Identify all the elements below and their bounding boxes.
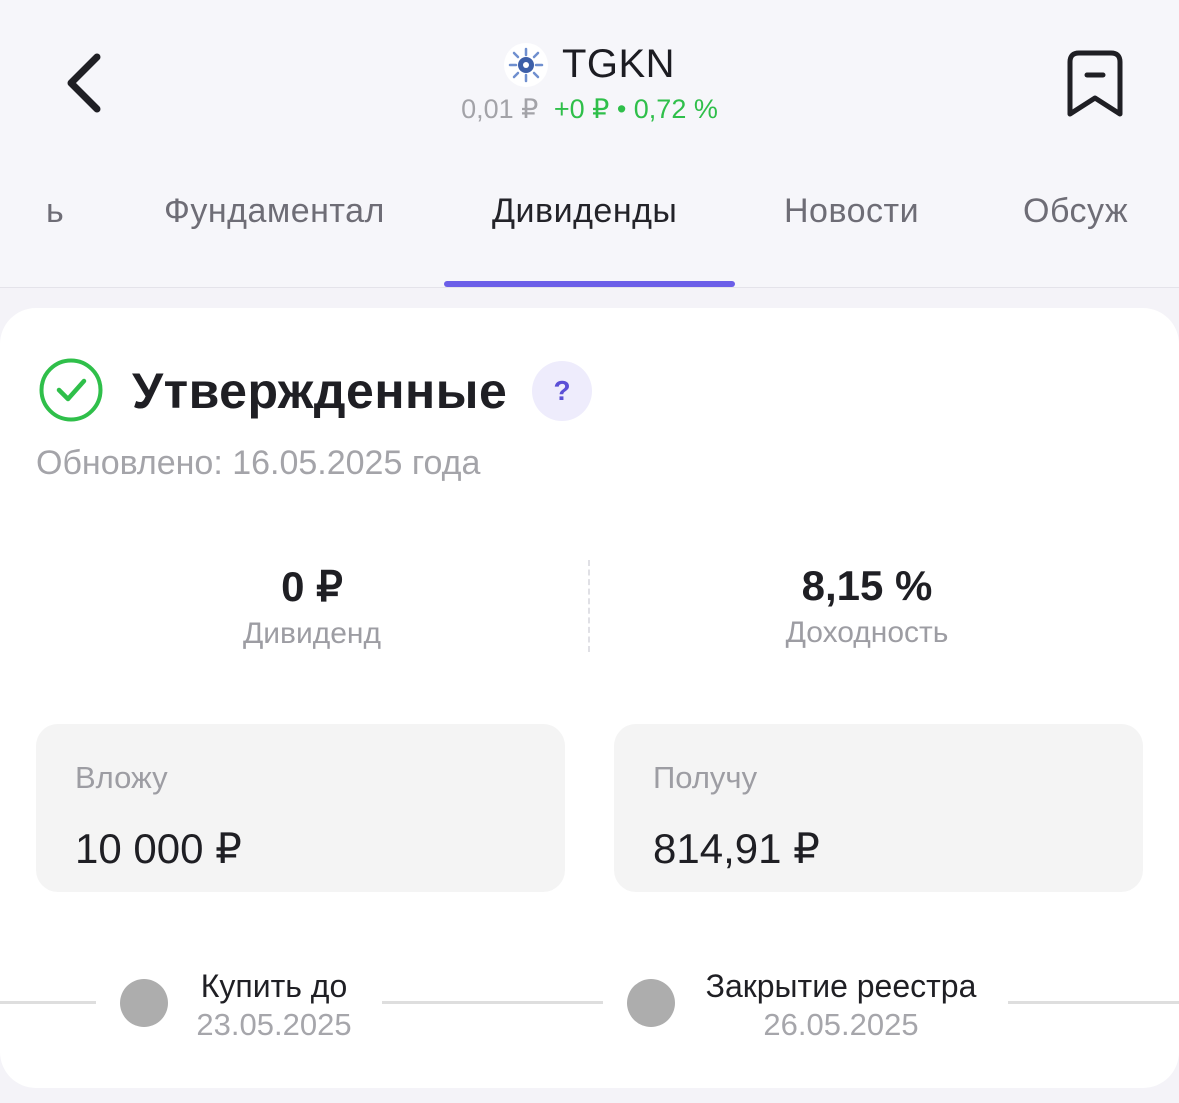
dividend-status-title: Утвержденные <box>132 363 508 419</box>
section-tabs: ь Фундаментал Дивиденды Новости Обсуж <box>0 150 1179 288</box>
yield-label: Доходность <box>785 616 949 649</box>
timeline-date: 26.05.2025 <box>763 1007 919 1042</box>
timeline-date: 23.05.2025 <box>196 1007 352 1042</box>
tabs-overflow-mask <box>1130 150 1179 287</box>
timeline-line <box>1008 1001 1179 1004</box>
ticker-symbol: TGKN <box>561 42 676 86</box>
yield-value: 8,15 % <box>801 562 933 609</box>
timeline-title: Купить до <box>200 968 348 1004</box>
instrument-header: TGKN 0,01 ₽ +0 ₽ • 0,72 % <box>0 42 1179 125</box>
tab-news[interactable]: Новости <box>784 192 919 231</box>
dividend-stat: 0 ₽ Дивиденд <box>102 562 522 651</box>
question-icon: ? <box>553 375 571 406</box>
company-logo-icon <box>503 42 548 87</box>
receive-value: 814,91 ₽ <box>653 825 820 872</box>
tab-discussions[interactable]: Обсуж <box>1023 192 1128 231</box>
timeline-line <box>382 1001 603 1004</box>
price-change: +0 ₽ • 0,72 % <box>553 93 718 124</box>
bookmark-minus-icon <box>1067 50 1123 117</box>
invest-amount-field[interactable]: Вложу 10 000 ₽ <box>36 724 565 892</box>
invest-label: Вложу <box>75 760 168 795</box>
updated-date: Обновлено: 16.05.2025 года <box>36 444 481 482</box>
timeline-title: Закрытие реестра <box>705 968 977 1004</box>
timeline-dot <box>120 979 168 1027</box>
dividend-value: 0 ₽ <box>281 563 343 610</box>
timeline-dot <box>627 979 675 1027</box>
receive-label: Получу <box>653 760 758 795</box>
tab-fundamental[interactable]: Фундаментал <box>164 192 385 231</box>
top-bar: TGKN 0,01 ₽ +0 ₽ • 0,72 % <box>0 0 1179 150</box>
active-tab-indicator <box>444 281 735 287</box>
yield-stat: 8,15 % Доходность <box>657 562 1077 650</box>
current-price: 0,01 ₽ <box>461 93 539 124</box>
timeline-item: Купить до 23.05.2025 <box>174 968 374 1043</box>
receive-amount-field[interactable]: Получу 814,91 ₽ <box>614 724 1143 892</box>
stats-divider <box>588 560 590 652</box>
timeline-item: Закрытие реестра 26.05.2025 <box>690 968 992 1043</box>
tab-dividends[interactable]: Дивиденды <box>492 192 677 231</box>
watchlist-button[interactable] <box>1058 48 1132 122</box>
check-circle-icon <box>39 358 103 422</box>
help-button[interactable]: ? <box>532 361 592 421</box>
timeline-line <box>0 1001 96 1004</box>
invest-value: 10 000 ₽ <box>75 825 242 872</box>
dividend-label: Дивиденд <box>242 617 382 650</box>
tab-previous-partial[interactable]: ь <box>46 192 64 231</box>
